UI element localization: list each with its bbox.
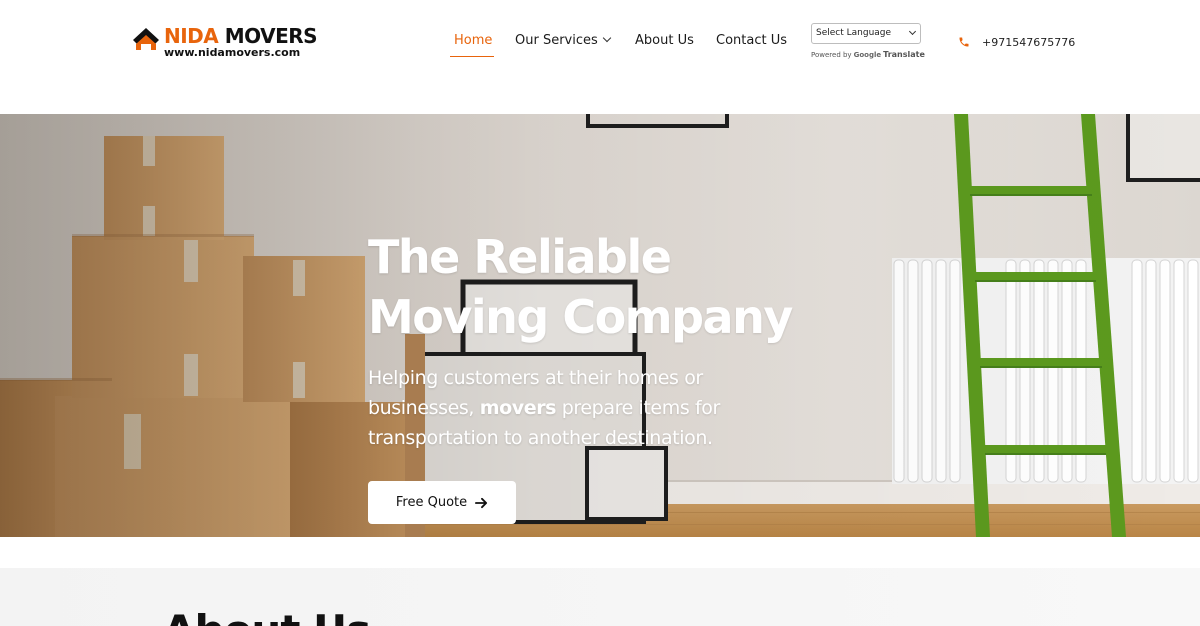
site-header: NIDA MOVERS www.nidamovers.com Home Our … [0,0,1200,114]
hero-title-line-1: The Reliable [368,230,672,284]
phone-number: +971547675776 [982,35,1076,49]
google-logo-text[interactable]: Google [854,51,882,59]
nav-our-services-label: Our Services [515,33,598,48]
phone-icon [959,37,969,47]
brand-name: NIDA MOVERS [164,24,318,48]
free-quote-button[interactable]: Free Quote [368,481,516,524]
free-quote-label: Free Quote [395,495,468,510]
hero-banner: The Reliable Moving Company Helping cust… [0,114,1200,537]
powered-by-label: Powered by [811,51,852,59]
about-section: About Us [0,568,1200,626]
logo[interactable]: NIDA MOVERS www.nidamovers.com [131,24,318,64]
chevron-down-icon [908,27,917,36]
language-select-value: Select Language [816,28,892,38]
phone-contact[interactable]: +971547675776 [958,35,1075,49]
language-select[interactable]: Select Language [811,23,921,44]
translate-label: Translate [883,50,925,59]
nav-our-services[interactable]: Our Services [515,33,612,48]
nav-about-us[interactable]: About Us [635,33,694,48]
chevron-down-icon [602,33,612,43]
house-logo-icon [133,28,159,50]
about-heading: About Us [163,606,371,626]
nav-home[interactable]: Home [454,33,492,48]
hero-subtitle: Helping customers at their homes or busi… [368,363,788,453]
google-translate-attribution: Powered by Google Translate [811,50,925,59]
nav-contact-us[interactable]: Contact Us [716,33,787,48]
nav-active-underline [450,56,494,57]
hero-title-line-2: Moving Company [368,290,793,344]
hero-subtitle-bold: movers [479,397,557,419]
hero-title: The Reliable Moving Company [368,227,838,347]
arrow-right-icon [475,497,488,508]
brand-website: www.nidamovers.com [164,46,301,59]
